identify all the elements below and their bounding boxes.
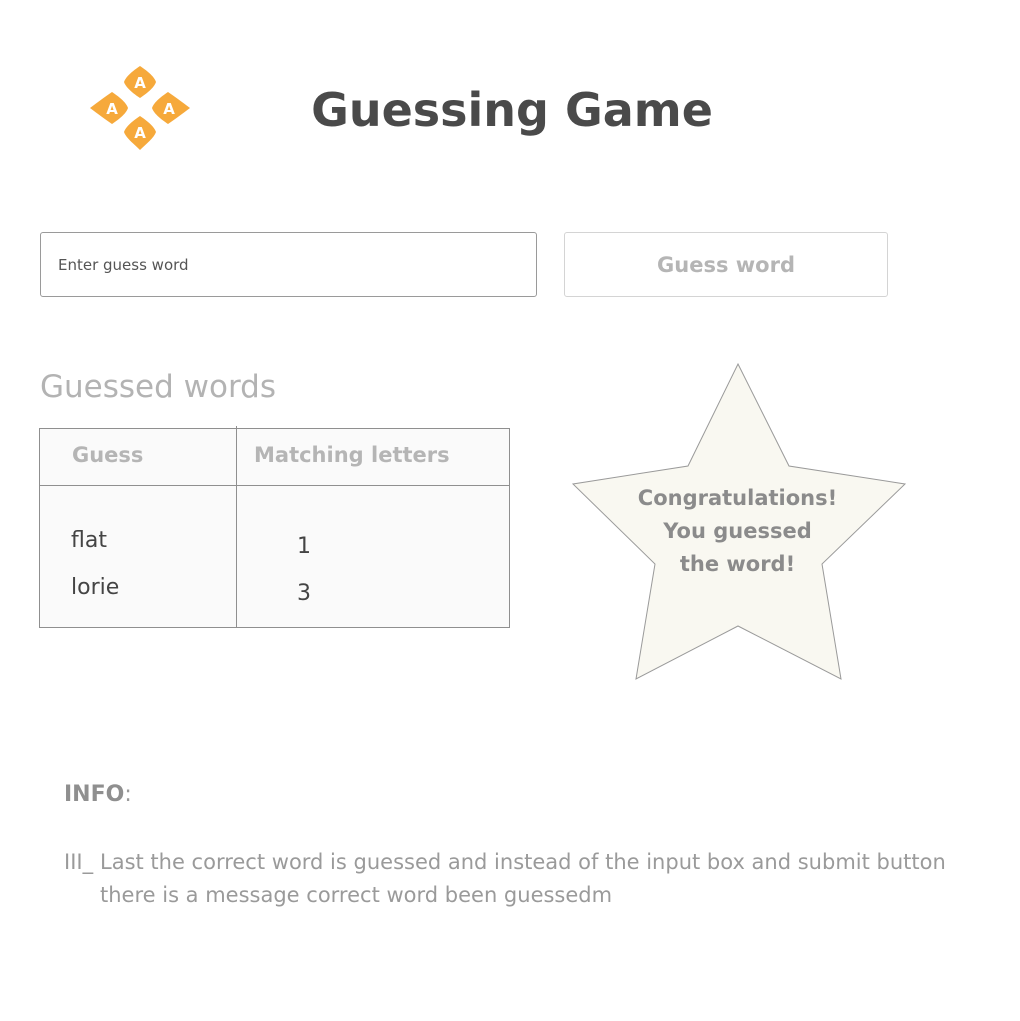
page-title: Guessing Game [311, 83, 713, 137]
column-header-guess: Guess [72, 443, 144, 467]
table-cell-matching: 1 [297, 534, 311, 559]
info-label-colon: : [124, 782, 132, 807]
guessed-words-table: Guess Matching letters flat 1 lorie 3 [39, 426, 510, 628]
logo-letter-right: A [163, 100, 175, 118]
logo-letter-left: A [106, 100, 118, 118]
info-text: III_ Last the correct word is guessed and… [64, 846, 994, 912]
info-label-text: INFO [64, 782, 125, 807]
table-column-divider [236, 426, 237, 627]
logo-letter-top: A [134, 74, 146, 92]
logo-letter-bottom: A [134, 124, 146, 142]
info-label: INFO: [64, 780, 132, 810]
app-logo-icon: A A A A [86, 62, 194, 154]
column-header-matching-letters: Matching letters [254, 443, 450, 467]
info-prefix: III_ [64, 850, 94, 874]
table-cell-guess: flat [71, 528, 107, 553]
success-message-text: Congratulations! You guessed the word! [610, 482, 865, 581]
guess-word-input[interactable] [40, 232, 537, 297]
table-cell-guess: lorie [71, 575, 120, 600]
guess-word-button[interactable]: Guess word [564, 232, 888, 297]
info-text-line: Last the correct word is guessed and ins… [100, 850, 946, 874]
table-header-divider [40, 485, 510, 486]
success-message-line: the word! [679, 552, 796, 576]
success-message-star: Congratulations! You guessed the word! [570, 362, 908, 682]
success-message-line: Congratulations! [637, 486, 838, 510]
info-text-line: there is a message correct word been gue… [100, 883, 613, 907]
guessed-words-title: Guessed words [40, 369, 276, 405]
table-cell-matching: 3 [297, 581, 311, 606]
success-message-line: You guessed [663, 519, 812, 543]
